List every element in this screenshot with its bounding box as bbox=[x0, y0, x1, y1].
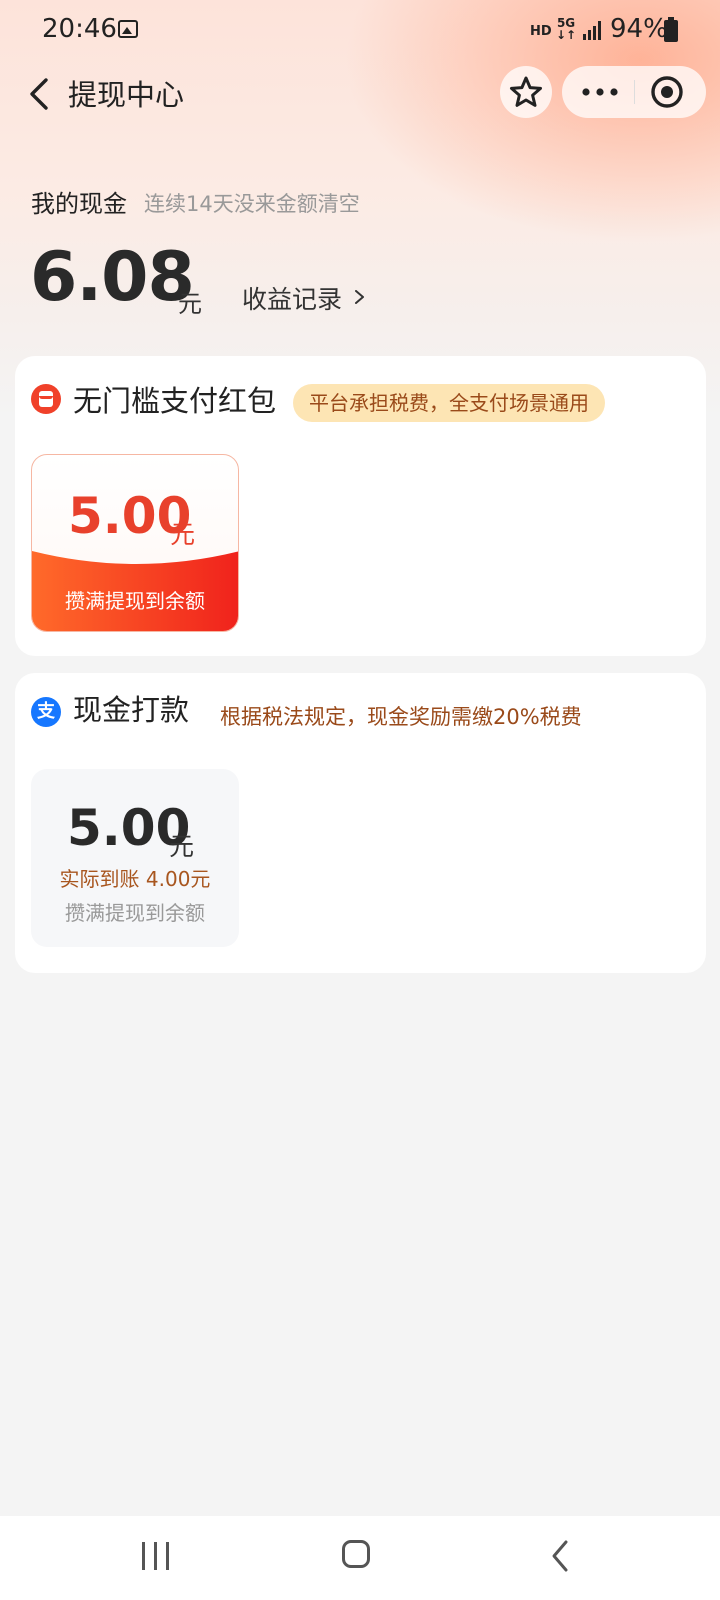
status-time: 20:46 bbox=[42, 14, 117, 44]
mini-program-capsule bbox=[562, 66, 706, 118]
recent-apps-icon[interactable] bbox=[140, 1542, 174, 1572]
tax-badge: 平台承担税费，全支付场景通用 bbox=[293, 384, 605, 422]
alipay-icon: 支 bbox=[31, 697, 61, 727]
option-caption: 攒满提现到余额 bbox=[65, 901, 205, 925]
close-mini-program-button[interactable] bbox=[635, 66, 706, 118]
actual-received-amount: 实际到账 4.00元 bbox=[59, 867, 211, 891]
red-packet-title: 无门槛支付红包 bbox=[73, 384, 277, 418]
cash-unit: 元 bbox=[178, 290, 202, 318]
red-packet-option[interactable]: 5.00 元 攒满提现到余额 bbox=[31, 454, 239, 632]
status-bar: 20:46 HD 5G ↓↑ 94% bbox=[0, 0, 720, 62]
5g-indicator: 5G ↓↑ bbox=[556, 16, 577, 42]
cash-transfer-title: 现金打款 bbox=[73, 693, 190, 727]
red-packet-card: 无门槛支付红包 平台承担税费，全支付场景通用 5.00 元 攒满提现到余额 bbox=[15, 356, 706, 656]
option-unit: 元 bbox=[170, 520, 196, 549]
battery-percent: 94% bbox=[610, 14, 668, 44]
home-icon[interactable] bbox=[342, 1540, 370, 1568]
cash-amount: 6.08 bbox=[30, 238, 195, 317]
page-title: 提现中心 bbox=[68, 78, 185, 112]
more-dots-icon bbox=[582, 88, 618, 96]
back-chevron-icon[interactable] bbox=[22, 74, 62, 114]
cash-transfer-option[interactable]: 5.00 元 实际到账 4.00元 攒满提现到余额 bbox=[31, 769, 239, 947]
signal-icon bbox=[583, 20, 605, 40]
option-unit: 元 bbox=[169, 832, 195, 861]
my-cash-label: 我的现金 bbox=[31, 190, 127, 218]
tax-note: 根据税法规定，现金奖励需缴20%税费 bbox=[220, 705, 582, 729]
cash-expiry-tip: 连续14天没来金额清空 bbox=[144, 192, 360, 216]
more-button[interactable] bbox=[562, 66, 634, 118]
top-nav: 提现中心 bbox=[0, 62, 720, 128]
system-back-icon[interactable] bbox=[548, 1538, 572, 1574]
battery-icon bbox=[664, 17, 678, 42]
favorite-button[interactable] bbox=[500, 66, 552, 118]
target-icon bbox=[651, 76, 683, 108]
system-nav-bar bbox=[0, 1516, 720, 1600]
earnings-records-link[interactable]: 收益记录 bbox=[242, 280, 342, 316]
gallery-notification-icon bbox=[118, 20, 138, 38]
chevron-right-icon[interactable] bbox=[352, 289, 366, 304]
option-caption: 攒满提现到余额 bbox=[65, 589, 205, 613]
hd-indicator: HD bbox=[530, 24, 552, 39]
red-packet-icon bbox=[31, 384, 61, 414]
cash-transfer-card: 支 现金打款 根据税法规定，现金奖励需缴20%税费 5.00 元 实际到账 4.… bbox=[15, 673, 706, 973]
star-icon bbox=[510, 76, 542, 107]
